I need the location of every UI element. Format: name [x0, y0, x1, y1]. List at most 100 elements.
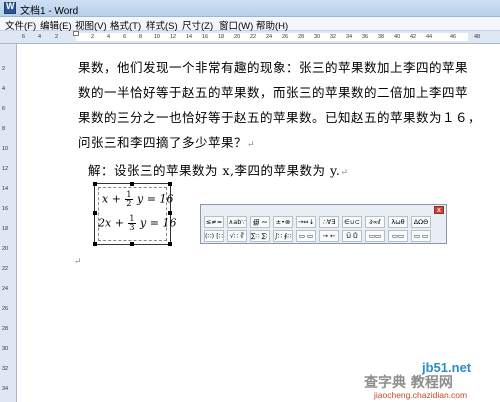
fraction-denominator: 2	[126, 199, 132, 208]
ruler-tick: 28	[298, 34, 305, 40]
ruler-tick: 26	[2, 306, 9, 312]
relations-palette-button[interactable]: ≤≠≈	[204, 216, 224, 228]
integral-templates-button[interactable]: ∫∷ ∮∷	[273, 230, 293, 242]
resize-handle-s[interactable]	[130, 242, 134, 246]
ruler-tick: 30	[314, 34, 321, 40]
ruler-tick: 4	[38, 34, 42, 40]
set-theory-palette-button[interactable]: ∈∪⊂	[342, 216, 362, 228]
resize-handle-nw[interactable]	[93, 182, 97, 186]
ruler-tick: 4	[2, 86, 6, 92]
equation-1-left: x +	[102, 192, 121, 206]
toolbar-close-button[interactable]: x	[434, 206, 444, 214]
menu-style[interactable]: 样式(S)	[146, 18, 178, 32]
toolbar-row-symbols: ≤≠≈ ∧ab∵ ∰ ∾ ±•⊗ →⇔↓ ∴∀∃ ∈∪⊂ ∂∞ℓ λωθ ΔΩΘ	[204, 216, 444, 229]
paragraph-mark: ↵	[74, 257, 83, 267]
ruler-tick: 32	[2, 366, 9, 372]
document-page[interactable]: 果数，他们发现一个非常有趣的现象：张三的苹果数加上李四的苹果 数的一半恰好等于赵…	[17, 44, 500, 402]
ruler-tick: 8	[139, 34, 143, 40]
menu-view[interactable]: 视图(V)	[75, 18, 107, 32]
fraction-denominator: 3	[129, 223, 135, 232]
word-app-icon	[4, 1, 16, 14]
paragraph-line-4: 问张三和李四摘了多少苹果？↵	[78, 132, 255, 151]
vertical-ruler[interactable]: 2 4 6 8 10 12 14 16 18 20 22 24 26 28 30…	[0, 44, 17, 402]
matrix-templates-button[interactable]: ▭▭	[365, 230, 385, 242]
horizontal-ruler[interactable]: 6 4 2 2 4 6 8 10 12 14 16 18 20 22 24 26…	[0, 31, 500, 44]
paragraph-line-1: 果数，他们发现一个非常有趣的现象：张三的苹果数加上李四的苹果	[78, 60, 469, 75]
resize-handle-ne[interactable]	[168, 182, 172, 186]
window-title: 文档1 - Word	[20, 6, 79, 17]
math-symbol-toolbar[interactable]: x ≤≠≈ ∧ab∵ ∰ ∾ ±•⊗ →⇔↓ ∴∀∃ ∈∪⊂ ∂∞ℓ λωθ Δ…	[200, 204, 447, 244]
ruler-tick: 16	[202, 34, 209, 40]
box-templates-button[interactable]: ▭▭	[388, 230, 408, 242]
ruler-tick: 20	[2, 246, 9, 252]
ruler-tick: 18	[2, 226, 9, 232]
ruler-tick: 10	[2, 146, 9, 152]
bar-templates-button[interactable]: ▭ ▭	[296, 230, 316, 242]
fence-templates-button[interactable]: (∷) [∷]	[204, 230, 224, 242]
ruler-tick: 12	[2, 166, 9, 172]
misc-templates-button[interactable]: ▭ ▭	[411, 230, 431, 242]
ruler-tick: 34	[2, 386, 9, 392]
resize-handle-w[interactable]	[93, 211, 97, 215]
equation-object[interactable]: x + 12 y = 16 2x + 13 y = 16	[93, 182, 176, 246]
menu-format[interactable]: 格式(T)	[110, 18, 141, 32]
arrow-templates-button[interactable]: → ←	[319, 230, 339, 242]
paragraph-line-3: 果数的三分之一也恰好等于赵五的苹果数。已知赵五的苹果数为１６，	[78, 110, 482, 125]
question-text: 问张三和李四摘了多少苹果？	[78, 135, 248, 150]
ruler-tick: 26	[282, 34, 289, 40]
resize-handle-n[interactable]	[130, 182, 134, 186]
menu-help[interactable]: 帮助(H)	[256, 18, 288, 32]
ruler-tick: 8	[2, 126, 6, 132]
ruler-tick: 34	[346, 34, 353, 40]
ruler-tick: 16	[2, 206, 9, 212]
misc-symbols-palette-button[interactable]: ∂∞ℓ	[365, 216, 385, 228]
ruler-tick: 12	[170, 34, 177, 40]
ruler-tick: 2	[91, 34, 95, 40]
menu-window[interactable]: 窗口(W)	[219, 18, 253, 32]
paragraph-mark: ↵	[247, 140, 256, 150]
ruler-tick: 36	[362, 34, 369, 40]
equation-2-left: 2x +	[98, 216, 124, 230]
embellishments-palette-button[interactable]: ∰ ∾	[250, 216, 270, 228]
watermark-brand: 查字典 教程网	[364, 375, 453, 391]
resize-handle-sw[interactable]	[93, 242, 97, 246]
ruler-tick: 46	[450, 34, 457, 40]
operators-palette-button[interactable]: ±•⊗	[273, 216, 293, 228]
ruler-tick: 30	[2, 346, 9, 352]
watermark-url: jiaocheng.chazidian.com	[374, 390, 468, 400]
paragraph-mark: ↵	[340, 168, 349, 178]
menu-bar: 文件(F) 编辑(E) 视图(V) 格式(T) 样式(S) 尺寸(Z) 窗口(W…	[0, 17, 500, 32]
ruler-tick: 22	[2, 266, 9, 272]
title-bar: 文档1 - Word	[0, 0, 500, 17]
ruler-tick: 42	[410, 34, 417, 40]
fraction-third: 13	[128, 215, 136, 232]
toolbar-row-templates: (∷) [∷] √∷ ∛ ∑∷ ∑∷ ∫∷ ∮∷ ▭ ▭ → ← Ū Ů ▭▭ …	[204, 230, 444, 243]
equation-2-right: y = 16	[140, 216, 177, 230]
ruler-tick: 2	[2, 66, 6, 72]
ruler-tick: 6	[22, 34, 26, 40]
product-templates-button[interactable]: Ū Ů	[342, 230, 362, 242]
ruler-tick: 28	[2, 326, 9, 332]
menu-size[interactable]: 尺寸(Z)	[182, 18, 213, 32]
ruler-tick: 20	[234, 34, 241, 40]
resize-handle-se[interactable]	[168, 242, 172, 246]
spaces-palette-button[interactable]: ∧ab∵	[227, 216, 247, 228]
indent-marker[interactable]	[73, 31, 79, 36]
arrows-palette-button[interactable]: →⇔↓	[296, 216, 316, 228]
empty-line: ↵	[74, 252, 82, 267]
site-watermark: jb51.net 查字典 教程网 jiaocheng.chazidian.com	[364, 360, 500, 402]
greek-upper-palette-button[interactable]: ΔΩΘ	[411, 216, 431, 228]
ruler-tick: 32	[330, 34, 337, 40]
greek-lower-palette-button[interactable]: λωθ	[388, 216, 408, 228]
menu-file[interactable]: 文件(F)	[5, 18, 36, 32]
radical-templates-button[interactable]: √∷ ∛	[227, 230, 247, 242]
menu-edit[interactable]: 编辑(E)	[40, 18, 72, 32]
ruler-tick: 24	[266, 34, 273, 40]
equation-1: x + 12 y = 16	[102, 191, 173, 208]
equation-1-right: y = 16	[137, 192, 174, 206]
solution-text: 解：设张三的苹果数为 x,李四的苹果数为 y.	[88, 163, 341, 178]
logic-palette-button[interactable]: ∴∀∃	[319, 216, 339, 228]
equation-2: 2x + 13 y = 16	[98, 215, 176, 232]
solution-line: 解：设张三的苹果数为 x,李四的苹果数为 y.↵	[88, 160, 348, 179]
summation-templates-button[interactable]: ∑∷ ∑∷	[250, 230, 270, 242]
